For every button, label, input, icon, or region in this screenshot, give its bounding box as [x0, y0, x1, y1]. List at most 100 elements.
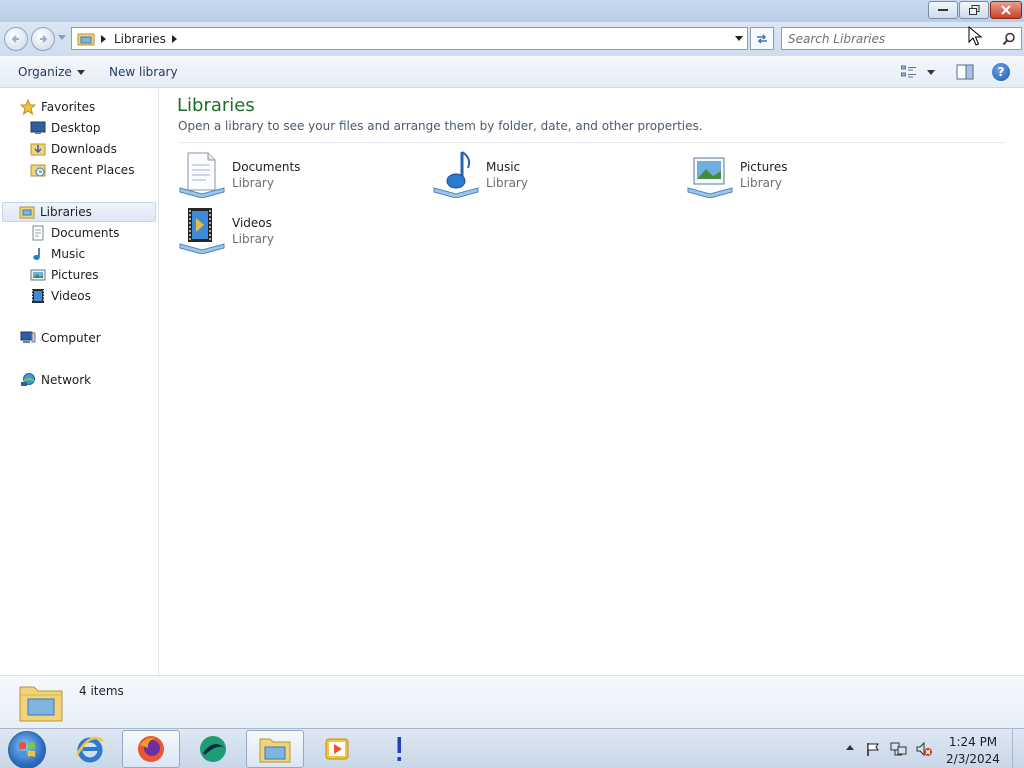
- forward-button[interactable]: [31, 27, 55, 51]
- network-icon: [21, 373, 35, 386]
- help-icon[interactable]: ?: [992, 63, 1010, 81]
- documents-icon: [32, 225, 44, 241]
- nav-item-documents[interactable]: Documents: [30, 223, 119, 243]
- library-type: Library: [486, 176, 528, 190]
- window-controls: [928, 1, 1022, 19]
- nav-item-music[interactable]: Music: [30, 244, 85, 264]
- computer-icon: [20, 331, 36, 343]
- restore-icon: [968, 5, 979, 15]
- refresh-icon: [757, 33, 767, 44]
- nav-computer[interactable]: Computer: [20, 328, 101, 348]
- restore-button[interactable]: [959, 1, 989, 19]
- navigation-pane: Favorites Desktop Downloads Recent Place…: [0, 88, 159, 675]
- content-pane: Libraries Open a library to see your fil…: [160, 88, 1024, 675]
- library-type: Library: [232, 232, 274, 246]
- nav-favorites[interactable]: Favorites: [20, 97, 95, 117]
- nav-item-label: Downloads: [51, 142, 117, 156]
- divider: [178, 142, 1006, 143]
- nav-item-label: Music: [51, 247, 86, 261]
- address-row: Libraries: [0, 22, 1024, 56]
- organize-button[interactable]: Organize: [18, 65, 85, 79]
- search-icon[interactable]: [1002, 32, 1016, 46]
- action-center-flag-icon[interactable]: [865, 741, 881, 757]
- taskbar-windows-explorer[interactable]: [246, 730, 304, 768]
- libraries-icon: [77, 33, 95, 45]
- network-tray-icon[interactable]: [890, 741, 908, 757]
- nav-item-recent-places[interactable]: Recent Places: [30, 160, 134, 180]
- library-item-documents[interactable]: Documents Library: [178, 150, 408, 202]
- minimize-icon: [938, 9, 948, 11]
- address-dropdown-icon[interactable]: [735, 36, 743, 41]
- alert-icon: [397, 737, 401, 761]
- forward-arrow-icon: [40, 35, 48, 43]
- organize-label: Organize: [18, 65, 72, 79]
- windows-logo-icon: [19, 742, 35, 757]
- recent-places-icon: [30, 164, 46, 177]
- search-box[interactable]: [781, 27, 1022, 50]
- taskbar-internet-explorer[interactable]: [61, 730, 119, 768]
- library-type: Library: [740, 176, 782, 190]
- address-bar[interactable]: Libraries: [71, 27, 748, 50]
- breadcrumb-chevron-icon[interactable]: [171, 34, 177, 43]
- taskbar-media-player[interactable]: [308, 730, 366, 768]
- details-pane: 4 items: [0, 675, 1024, 728]
- volume-muted-icon[interactable]: [915, 741, 933, 757]
- preview-pane-icon[interactable]: [956, 64, 974, 80]
- title-bar: [0, 0, 1024, 22]
- recent-pages-dropdown[interactable]: [58, 35, 66, 40]
- nav-favorites-label: Favorites: [41, 100, 96, 114]
- mouse-cursor-icon: [968, 26, 982, 46]
- libraries-folder-icon: [19, 686, 63, 722]
- nav-network[interactable]: Network: [20, 370, 91, 390]
- nav-libraries-label: Libraries: [40, 205, 92, 219]
- app-icon: [200, 736, 226, 762]
- close-icon: [1001, 5, 1011, 15]
- clock-time[interactable]: 1:24 PM: [944, 735, 1002, 749]
- minimize-button[interactable]: [928, 1, 958, 19]
- library-name: Pictures: [740, 160, 788, 174]
- nav-item-videos[interactable]: Videos: [30, 286, 91, 306]
- nav-item-desktop[interactable]: Desktop: [30, 118, 101, 138]
- libraries-icon: [19, 206, 35, 219]
- nav-item-label: Documents: [51, 226, 120, 240]
- nav-item-pictures[interactable]: Pictures: [30, 265, 99, 285]
- downloads-icon: [30, 143, 46, 156]
- change-view-button[interactable]: [901, 64, 939, 80]
- show-hidden-icons-button[interactable]: [846, 745, 854, 750]
- breadcrumb-separator-icon[interactable]: [101, 34, 106, 43]
- taskbar-alert-app[interactable]: [370, 730, 428, 768]
- library-item-music[interactable]: Music Library: [432, 150, 662, 202]
- music-icon: [33, 248, 40, 260]
- start-button[interactable]: [8, 731, 46, 768]
- clock-date[interactable]: 2/3/2024: [944, 752, 1002, 766]
- breadcrumb-libraries[interactable]: Libraries: [114, 32, 166, 46]
- back-arrow-icon: [11, 35, 19, 43]
- page-description: Open a library to see your files and arr…: [178, 119, 703, 133]
- taskbar: 1:24 PM 2/3/2024: [0, 728, 1024, 768]
- nav-network-label: Network: [41, 373, 92, 387]
- organize-caret-icon: [76, 70, 85, 75]
- search-input[interactable]: [788, 28, 998, 49]
- desktop-icon: [30, 121, 46, 134]
- firefox-icon: [138, 736, 164, 762]
- nav-item-downloads[interactable]: Downloads: [30, 139, 117, 159]
- nav-libraries[interactable]: Libraries: [2, 202, 156, 222]
- documents-library-icon: [179, 152, 225, 198]
- close-button[interactable]: [990, 1, 1022, 19]
- taskbar-app[interactable]: [184, 730, 242, 768]
- refresh-button[interactable]: [750, 27, 774, 50]
- pictures-icon: [30, 269, 46, 281]
- views-caret-icon: [927, 69, 935, 75]
- taskbar-firefox[interactable]: [122, 730, 180, 768]
- windows-explorer-icon: [259, 738, 291, 763]
- videos-icon: [32, 289, 44, 303]
- new-library-button[interactable]: New library: [109, 65, 178, 79]
- music-library-icon: [433, 151, 479, 198]
- library-item-videos[interactable]: Videos Library: [178, 206, 408, 258]
- nav-item-label: Recent Places: [51, 163, 135, 177]
- internet-explorer-icon: [75, 736, 104, 763]
- show-desktop-button[interactable]: [1012, 729, 1024, 768]
- back-button[interactable]: [4, 27, 28, 51]
- nav-item-label: Videos: [51, 289, 91, 303]
- library-item-pictures[interactable]: Pictures Library: [686, 150, 916, 202]
